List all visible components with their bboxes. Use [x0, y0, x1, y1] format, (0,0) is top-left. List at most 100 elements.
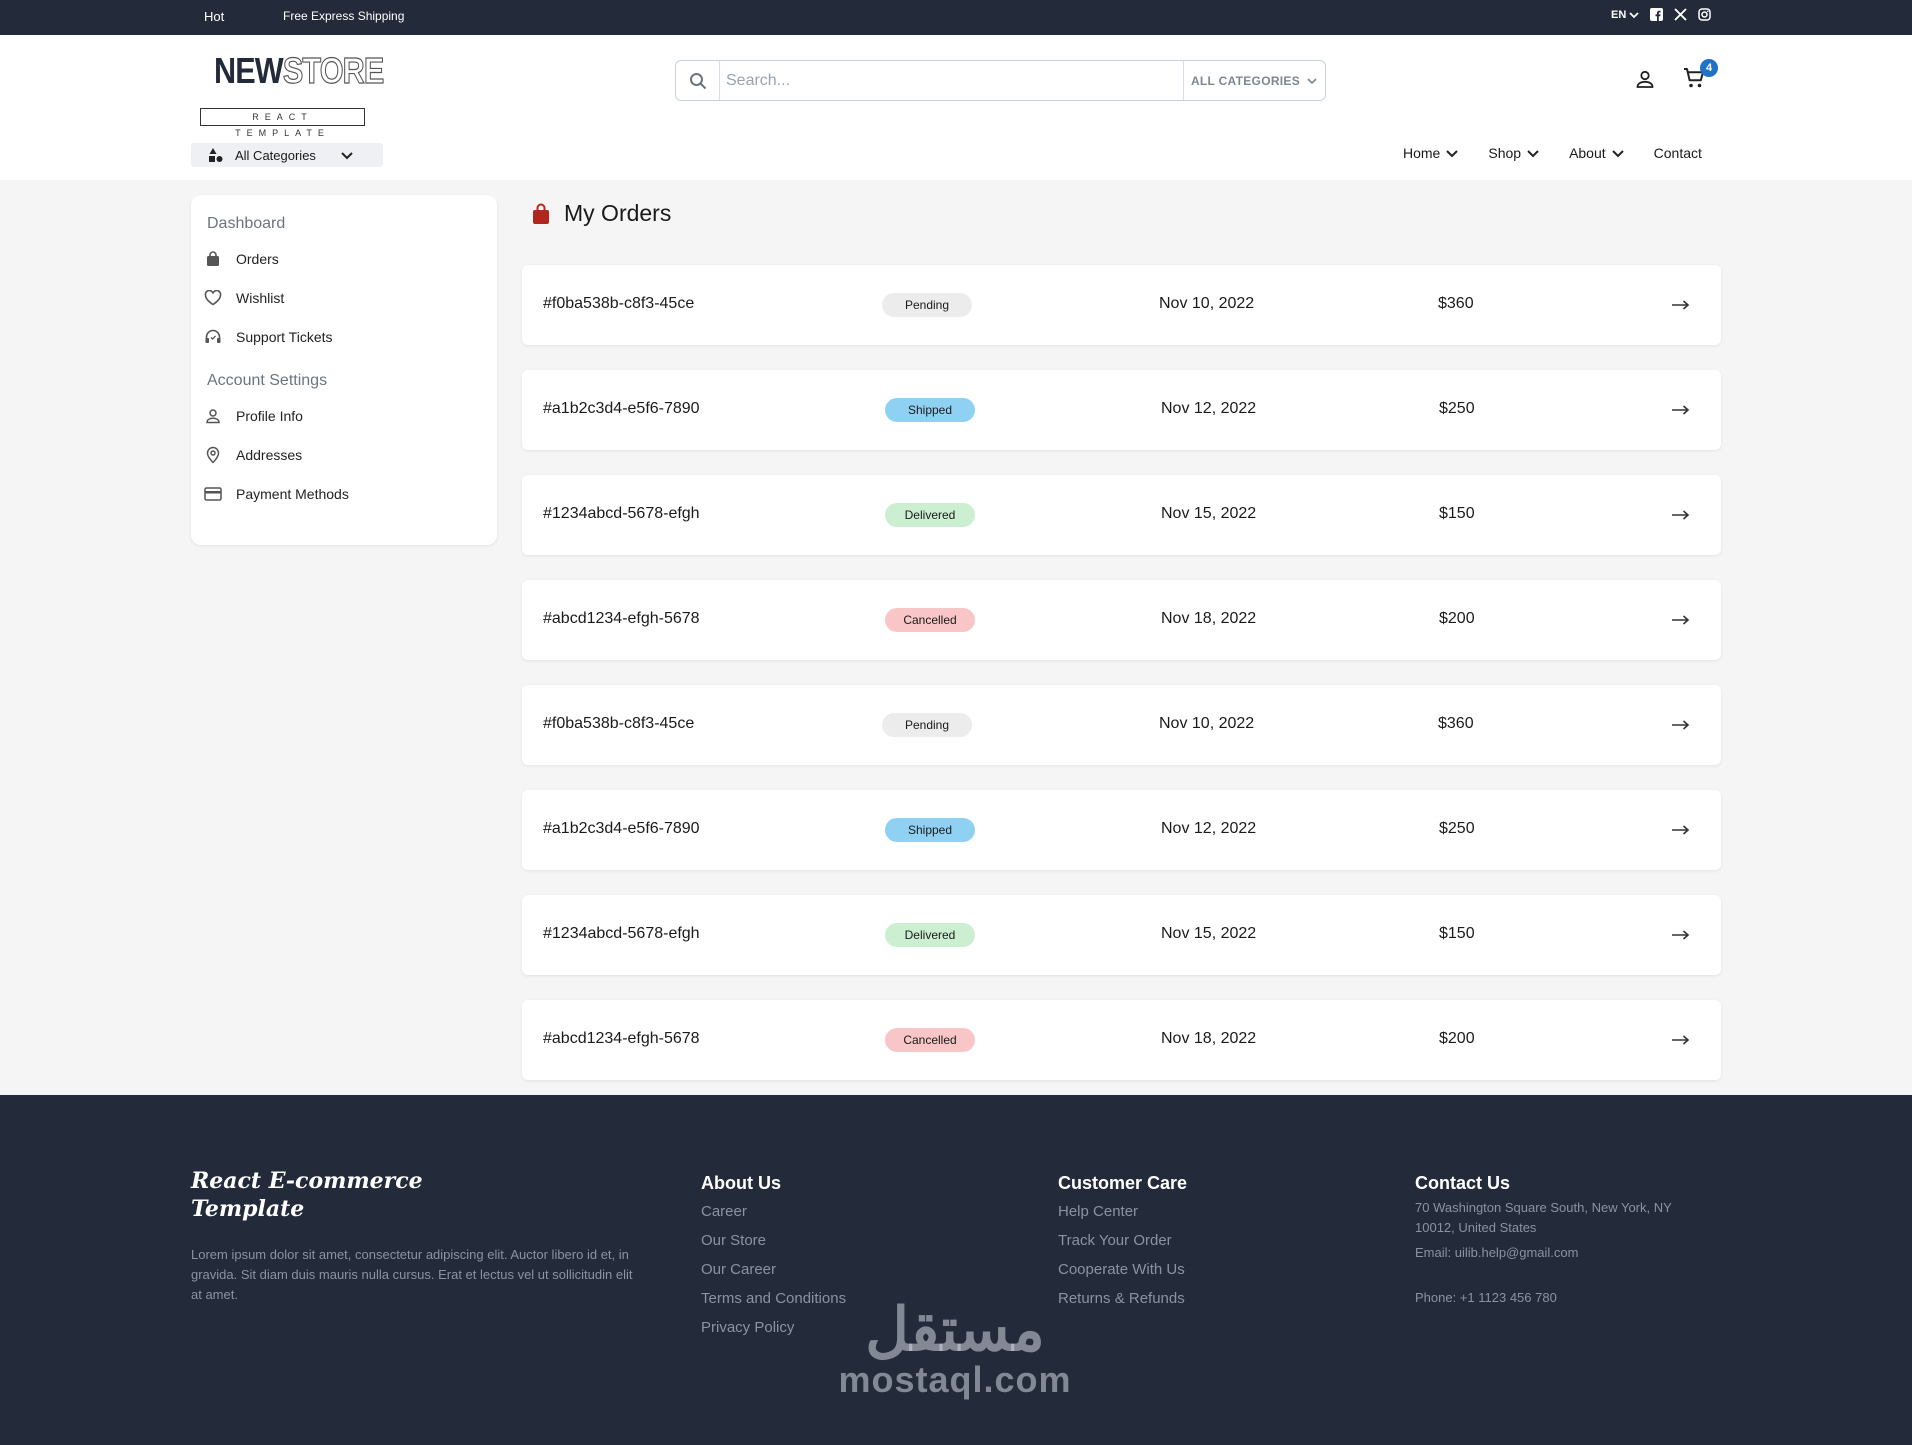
order-price: $150: [1439, 505, 1475, 522]
order-id: #abcd1234-efgh-5678: [543, 1030, 700, 1047]
nav-home-label: Home: [1403, 145, 1441, 161]
user-account-icon[interactable]: [1634, 68, 1656, 90]
chevron-down-icon: [1629, 11, 1639, 18]
header: NEWSTORE REACT TEMPLATE ALL CATEGORIES 4…: [0, 35, 1912, 180]
chevron-down-icon: [1307, 77, 1317, 84]
hot-label[interactable]: Hot: [204, 9, 224, 24]
order-status-badge: Delivered: [885, 923, 975, 947]
sidebar-item-label: Profile Info: [236, 408, 303, 424]
order-id: #abcd1234-efgh-5678: [543, 610, 700, 627]
order-row[interactable]: #f0ba538b-c8f3-45ce Pending Nov 10, 2022 $3…: [522, 265, 1721, 345]
nav-contact[interactable]: Contact: [1654, 145, 1702, 161]
watermark-arabic: مستقل: [865, 1296, 1045, 1363]
order-id: #a1b2c3d4-e5f6-7890: [543, 820, 700, 837]
footer-link-privacy[interactable]: Privacy Policy: [701, 1318, 846, 1347]
order-date: Nov 18, 2022: [1161, 1030, 1257, 1047]
footer-description: Lorem ipsum dolor sit amet, consectetur …: [191, 1247, 633, 1302]
sidebar-item-wishlist[interactable]: Wishlist: [204, 289, 284, 307]
footer-brand-line: Template: [191, 1196, 305, 1222]
order-row[interactable]: #1234abcd-5678-efgh Delivered Nov 15, 2022…: [522, 895, 1721, 975]
sidebar-item-payment-methods[interactable]: Payment Methods: [204, 485, 349, 503]
nav-home[interactable]: Home: [1403, 145, 1459, 161]
order-price: $200: [1439, 1030, 1475, 1047]
footer-link-career[interactable]: Career: [701, 1202, 846, 1231]
footer-brand-line: React E-commerce: [191, 1168, 423, 1194]
order-id: #1234abcd-5678-efgh: [543, 505, 700, 522]
footer-link-track-order[interactable]: Track Your Order: [1058, 1231, 1187, 1260]
footer-link-our-career[interactable]: Our Career: [701, 1260, 846, 1289]
footer-care-title: Customer Care: [1058, 1173, 1188, 1193]
order-row[interactable]: #1234abcd-5678-efgh Delivered Nov 15, 2022…: [522, 475, 1721, 555]
sidebar-item-addresses[interactable]: Addresses: [204, 446, 302, 464]
mostaql-watermark: مستقل mostaql.com: [837, 1300, 1073, 1400]
order-row[interactable]: #f0ba538b-c8f3-45ce Pending Nov 10, 2022 $3…: [522, 685, 1721, 765]
chevron-down-icon: [1611, 150, 1624, 158]
store-logo[interactable]: NEWSTORE REACT TEMPLATE: [200, 49, 385, 150]
arrow-right-icon[interactable]: [1671, 823, 1691, 837]
headset-icon: [204, 328, 222, 346]
footer-link-help-center[interactable]: Help Center: [1058, 1202, 1187, 1231]
order-row[interactable]: #abcd1234-efgh-5678 Cancelled Nov 18, 2022…: [522, 580, 1721, 660]
arrow-right-icon[interactable]: [1671, 403, 1691, 417]
page-title-row: My Orders: [532, 200, 671, 227]
nav-contact-label: Contact: [1653, 145, 1702, 161]
search-bar: ALL CATEGORIES: [675, 60, 1326, 101]
language-selector[interactable]: EN: [1611, 9, 1639, 21]
sidebar-item-label: Addresses: [236, 447, 303, 463]
order-status-badge: Shipped: [885, 818, 975, 842]
footer-link-cooperate[interactable]: Cooperate With Us: [1058, 1260, 1187, 1289]
arrow-right-icon[interactable]: [1671, 928, 1691, 942]
search-input[interactable]: [720, 61, 1183, 100]
language-label: EN: [1611, 8, 1627, 21]
footer-brand[interactable]: React E-commerce Template: [191, 1167, 423, 1223]
shopping-bag-icon: [533, 203, 549, 224]
order-id: #a1b2c3d4-e5f6-7890: [543, 400, 700, 417]
search-category-dropdown[interactable]: ALL CATEGORIES: [1183, 61, 1325, 100]
order-price: $360: [1438, 715, 1474, 732]
location-pin-icon: [204, 446, 222, 464]
order-row[interactable]: #a1b2c3d4-e5f6-7890 Shipped Nov 12, 2022 $2…: [522, 790, 1721, 870]
watermark-latin: mostaql.com: [838, 1359, 1072, 1400]
order-date: Nov 12, 2022: [1161, 820, 1257, 837]
footer-link-returns[interactable]: Returns & Refunds: [1058, 1289, 1187, 1318]
order-status-badge: Shipped: [885, 398, 975, 422]
user-icon: [204, 407, 222, 425]
x-twitter-icon[interactable]: [1674, 8, 1687, 21]
sidebar-item-label: Orders: [236, 251, 279, 267]
order-row[interactable]: #abcd1234-efgh-5678 Cancelled Nov 18, 2022…: [522, 1000, 1721, 1080]
logo-subtitle: REACT TEMPLATE: [200, 108, 365, 138]
footer-contact-title: Contact Us: [1415, 1173, 1511, 1193]
topbar-right: EN: [1611, 8, 1712, 21]
arrow-right-icon[interactable]: [1671, 1033, 1691, 1047]
nav-shop[interactable]: Shop: [1488, 145, 1540, 161]
order-price: $250: [1439, 820, 1475, 837]
search-icon[interactable]: [676, 61, 720, 100]
sidebar-item-support-tickets[interactable]: Support Tickets: [204, 328, 333, 346]
sidebar-item-profile-info[interactable]: Profile Info: [204, 407, 303, 425]
all-categories-dropdown[interactable]: All Categories: [191, 143, 383, 167]
facebook-icon[interactable]: [1650, 8, 1664, 21]
nav-about[interactable]: About: [1569, 145, 1625, 161]
order-row[interactable]: #a1b2c3d4-e5f6-7890 Shipped Nov 12, 2022 $2…: [522, 370, 1721, 450]
footer-contact-column: Contact Us 70 Washington Square South, N…: [1415, 1173, 1705, 1317]
arrow-right-icon[interactable]: [1671, 508, 1691, 522]
sidebar-item-orders[interactable]: Orders: [204, 250, 279, 268]
footer-phone[interactable]: Phone: +1 1123 456 780: [1415, 1288, 1705, 1317]
nav-shop-label: Shop: [1488, 145, 1522, 161]
chevron-down-icon: [1527, 150, 1539, 158]
instagram-icon[interactable]: [1698, 8, 1712, 21]
footer-email[interactable]: Email: uilib.help@gmail.com: [1415, 1243, 1705, 1272]
footer-about-column: About Us Career Our Store Our Career Ter…: [701, 1173, 846, 1347]
all-categories-label: All Categories: [235, 147, 316, 163]
main-nav: Home Shop About Contact: [1403, 145, 1702, 161]
shopping-bag-icon: [204, 250, 222, 268]
sidebar-item-label: Support Tickets: [236, 329, 333, 345]
order-date: Nov 10, 2022: [1159, 295, 1255, 312]
footer-address: 70 Washington Square South, New York, NY…: [1415, 1200, 1672, 1235]
footer-link-our-store[interactable]: Our Store: [701, 1231, 846, 1260]
arrow-right-icon[interactable]: [1671, 298, 1691, 312]
arrow-right-icon[interactable]: [1671, 718, 1691, 732]
order-date: Nov 18, 2022: [1161, 610, 1257, 627]
arrow-right-icon[interactable]: [1671, 613, 1691, 627]
footer-link-terms[interactable]: Terms and Conditions: [701, 1289, 846, 1318]
